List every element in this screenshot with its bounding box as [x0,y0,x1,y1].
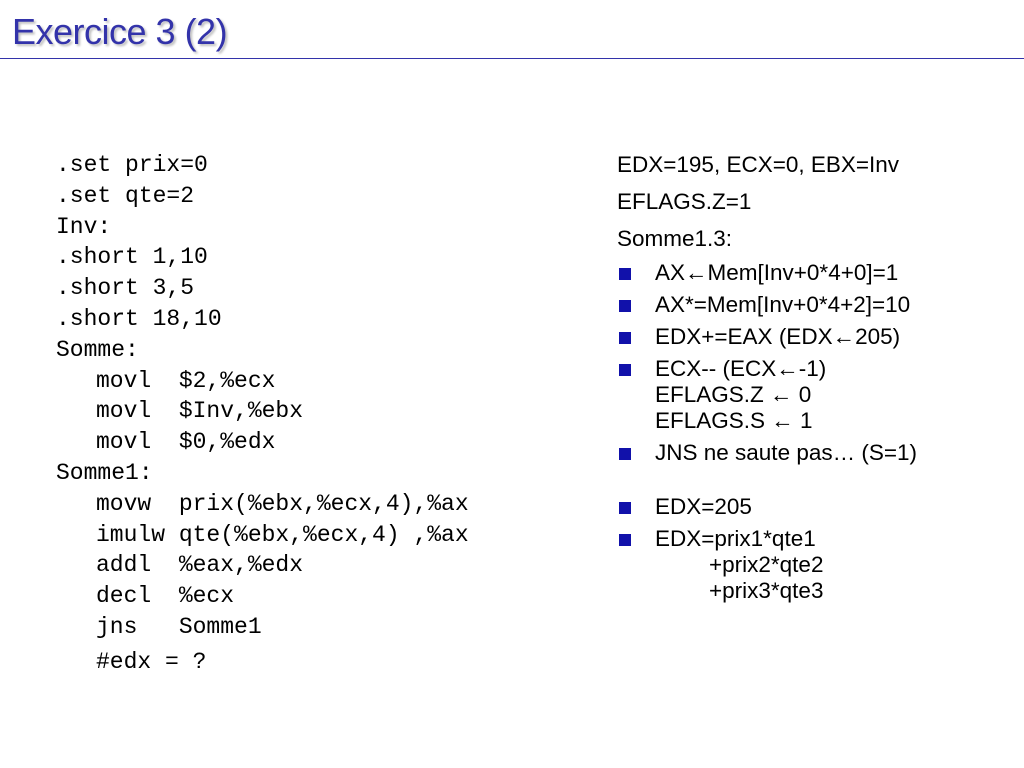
flags-state-text: EFLAGS.Z=1 [617,189,752,214]
register-state-text: EDX=195, ECX=0, EBX=Inv [617,152,900,177]
code-line: .short 3,5 [56,275,195,302]
code-line: .set prix=0 [56,152,208,178]
bullet-item: EDX+=EAX (EDX←205) [617,324,1017,350]
bullet-text: +prix2*qte2 [709,552,824,577]
code-line: jns Somme1 [96,613,262,640]
assembly-code-block: .set prix=0 .set qte=2 Inv: .short 1,10 … [56,150,596,678]
bullet-text: AX*=Mem[Inv+0*4+2]=10 [655,292,911,317]
title-divider [0,58,1024,59]
bullet-text: EDX=prix1*qte1 [655,526,816,551]
explanation-panel: EDX=195, ECX=0, EBX=Inv EFLAGS.Z=1 Somme… [617,149,1017,610]
bullet-item: EDX=prix1*qte1 +prix2*qte2 +prix3*qte3 [617,526,1017,604]
code-line: movl $0,%edx [96,429,276,456]
code-line: decl %ecx [96,583,235,610]
code-line: movl $2,%ecx [96,367,276,394]
step-heading: Somme1.3: [617,226,733,251]
code-line: imulw qte(%ebx,%ecx,4) ,%ax [96,521,469,548]
bullet-square-icon [619,364,631,376]
slide: Exercice 3 (2) .set prix=0 .set qte=2 In… [0,0,1024,768]
bullet-text: JNS ne saute pas… (S=1) [655,440,918,465]
code-line: Somme: [56,336,139,363]
bullet-text: AX←Mem[Inv+0*4+0]=1 [655,260,899,285]
code-line: #edx = ? [96,648,207,675]
code-line: .short 18,10 [56,305,222,332]
bullet-item: AX*=Mem[Inv+0*4+2]=10 [617,292,1017,318]
bullet-square-icon [619,300,631,312]
bullet-square-icon [619,332,631,344]
bullet-square-icon [619,534,631,546]
bullet-item: EDX=205 [617,494,1017,520]
bullet-text: EFLAGS.Z ← 0 [655,382,812,407]
code-line: movw prix(%ebx,%ecx,4),%ax [96,490,469,517]
bullet-text: EDX+=EAX (EDX←205) [655,324,901,349]
bullet-text: EFLAGS.S ← 1 [655,408,813,433]
code-line: .short 1,10 [56,244,208,271]
code-line: Somme1: [56,459,153,486]
bullet-item: AX←Mem[Inv+0*4+0]=1 [617,260,1017,286]
code-line: Inv: [56,213,112,240]
bullet-item: JNS ne saute pas… (S=1) [617,440,1017,466]
code-line: movl $Inv,%ebx [96,398,304,425]
slide-title: Exercice 3 (2) [12,11,228,52]
bullet-square-icon [619,268,631,280]
code-line: addl %eax,%edx [96,552,304,579]
bullet-square-icon [619,448,631,460]
bullet-item: ECX-- (ECX←-1) EFLAGS.Z ← 0 EFLAGS.S ← 1 [617,356,1017,434]
bullet-text: EDX=205 [655,494,752,519]
bullet-text: +prix3*qte3 [709,578,824,603]
bullet-text: ECX-- (ECX←-1) [655,356,827,381]
bullet-square-icon [619,502,631,514]
code-line: .set qte=2 [56,182,195,209]
